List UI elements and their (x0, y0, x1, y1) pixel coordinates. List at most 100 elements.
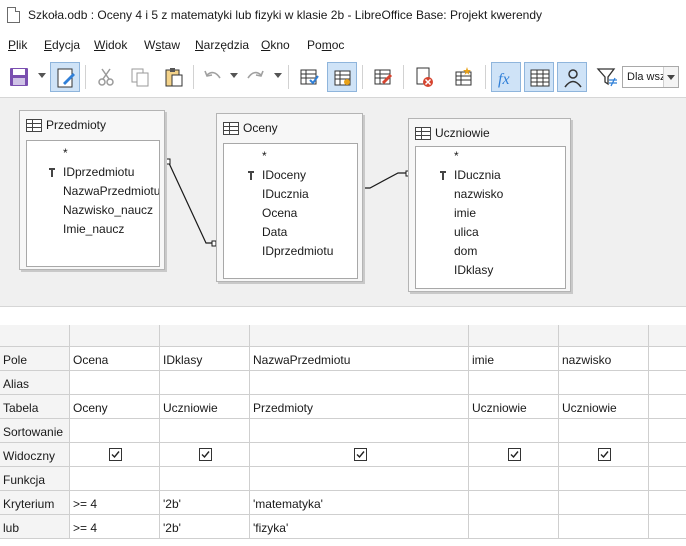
menu-plik[interactable]: Plik (8, 38, 27, 52)
grid-cell-lub[interactable]: '2b' (160, 515, 250, 539)
grid-cell-kryterium[interactable] (649, 491, 686, 515)
redo-dropdown-icon[interactable] (274, 73, 282, 78)
field-item[interactable]: * (63, 146, 68, 165)
field-item[interactable]: Imie_naucz (63, 222, 124, 241)
column-header[interactable] (250, 325, 469, 347)
grid-cell-alias[interactable] (160, 371, 250, 395)
field-item[interactable]: Nazwisko_naucz (63, 203, 153, 222)
column-header[interactable] (469, 325, 559, 347)
grid-cell-lub[interactable]: 'fizyka' (250, 515, 469, 539)
limit-combobox[interactable]: Dla wsz (622, 66, 679, 88)
field-item[interactable]: * (454, 149, 459, 168)
grid-cell-sortowanie[interactable] (250, 419, 469, 443)
field-item[interactable]: * (262, 149, 267, 168)
table-header[interactable]: Uczniowie (409, 119, 570, 147)
grid-cell-widoczny[interactable] (70, 443, 160, 467)
grid-cell-widoczny[interactable] (649, 443, 686, 467)
menu-wstaw[interactable]: Wstaw (144, 38, 180, 52)
column-header[interactable] (70, 325, 160, 347)
grid-cell-alias[interactable] (469, 371, 559, 395)
visible-checkbox[interactable] (109, 448, 122, 461)
copy-button[interactable] (125, 62, 155, 92)
grid-cell-widoczny[interactable] (160, 443, 250, 467)
grid-cell-alias[interactable] (559, 371, 649, 395)
save-button[interactable] (4, 62, 34, 92)
grid-cell-widoczny[interactable] (250, 443, 469, 467)
grid-cell-tabela[interactable]: Uczniowie (559, 395, 649, 419)
grid-cell-kryterium[interactable]: '2b' (160, 491, 250, 515)
grid-cell-pole[interactable] (649, 347, 686, 371)
field-item[interactable]: IDklasy (454, 263, 493, 282)
grid-cell-tabela[interactable]: Przedmioty (250, 395, 469, 419)
pane-splitter[interactable] (0, 306, 686, 326)
grid-cell-funkcja[interactable] (559, 467, 649, 491)
field-item[interactable]: Ocena (262, 206, 297, 225)
column-header[interactable] (649, 325, 686, 347)
table-window-uczniowie[interactable]: Uczniowie * IDucznia nazwisko imie ulica… (408, 118, 571, 292)
menu-okno[interactable]: Okno (261, 38, 290, 52)
grid-cell-alias[interactable] (649, 371, 686, 395)
grid-cell-lub[interactable] (649, 515, 686, 539)
clear-query-button[interactable] (368, 62, 398, 92)
grid-cell-pole[interactable]: imie (469, 347, 559, 371)
menu-pomoc[interactable]: Pomoc (307, 38, 344, 52)
grid-cell-alias[interactable] (70, 371, 160, 395)
add-tables-button[interactable] (449, 62, 479, 92)
grid-cell-sortowanie[interactable] (469, 419, 559, 443)
field-item[interactable]: dom (454, 244, 477, 263)
field-item-key[interactable]: IDucznia (440, 168, 501, 187)
grid-cell-kryterium[interactable]: >= 4 (70, 491, 160, 515)
undo-dropdown-icon[interactable] (230, 73, 238, 78)
menu-edycja[interactable]: Edycja (44, 38, 80, 52)
table-header[interactable]: Przedmioty (20, 111, 164, 139)
visible-checkbox[interactable] (199, 448, 212, 461)
visible-checkbox[interactable] (508, 448, 521, 461)
functions-button[interactable]: fx (491, 62, 521, 92)
grid-cell-lub[interactable] (559, 515, 649, 539)
menu-narzedzia[interactable]: Narzędzia (195, 38, 249, 52)
grid-cell-funkcja[interactable] (70, 467, 160, 491)
column-header[interactable] (559, 325, 649, 347)
grid-cell-sortowanie[interactable] (70, 419, 160, 443)
table-name-button[interactable] (524, 62, 554, 92)
grid-cell-pole[interactable]: IDklasy (160, 347, 250, 371)
grid-cell-pole[interactable]: nazwisko (559, 347, 649, 371)
menu-widok[interactable]: Widok (94, 38, 127, 52)
table-window-oceny[interactable]: Oceny * IDoceny IDucznia Ocena Data IDpr… (216, 113, 363, 282)
visible-checkbox[interactable] (354, 448, 367, 461)
grid-cell-funkcja[interactable] (649, 467, 686, 491)
grid-cell-sortowanie[interactable] (160, 419, 250, 443)
field-item-key[interactable]: IDoceny (248, 168, 306, 187)
grid-cell-kryterium[interactable] (469, 491, 559, 515)
grid-cell-sortowanie[interactable] (649, 419, 686, 443)
field-item[interactable]: ulica (454, 225, 479, 244)
paste-button[interactable] (159, 62, 189, 92)
field-item[interactable]: Data (262, 225, 287, 244)
grid-cell-funkcja[interactable] (469, 467, 559, 491)
grid-cell-funkcja[interactable] (160, 467, 250, 491)
run-query-button[interactable] (294, 62, 324, 92)
grid-cell-kryterium[interactable]: 'matematyka' (250, 491, 469, 515)
grid-cell-tabela[interactable]: Oceny (70, 395, 160, 419)
field-item[interactable]: NazwaPrzedmiotu (63, 184, 159, 203)
field-item[interactable]: IDprzedmiotu (262, 244, 333, 263)
field-item[interactable]: nazwisko (454, 187, 503, 206)
alias-button[interactable] (557, 62, 587, 92)
grid-cell-lub[interactable] (469, 515, 559, 539)
grid-cell-lub[interactable]: >= 4 (70, 515, 160, 539)
grid-cell-widoczny[interactable] (559, 443, 649, 467)
delete-button[interactable] (409, 62, 439, 92)
table-window-przedmioty[interactable]: Przedmioty * IDprzedmiotu NazwaPrzedmiot… (19, 110, 165, 270)
grid-cell-sortowanie[interactable] (559, 419, 649, 443)
grid-cell-tabela[interactable]: Uczniowie (469, 395, 559, 419)
design-view-button[interactable] (327, 62, 357, 92)
field-item[interactable]: imie (454, 206, 476, 225)
save-dropdown-icon[interactable] (38, 73, 46, 78)
grid-cell-pole[interactable]: Ocena (70, 347, 160, 371)
column-header[interactable] (160, 325, 250, 347)
table-header[interactable]: Oceny (217, 114, 362, 142)
field-item-key[interactable]: IDprzedmiotu (49, 165, 134, 184)
grid-cell-widoczny[interactable] (469, 443, 559, 467)
grid-cell-kryterium[interactable] (559, 491, 649, 515)
cut-button[interactable] (91, 62, 121, 92)
